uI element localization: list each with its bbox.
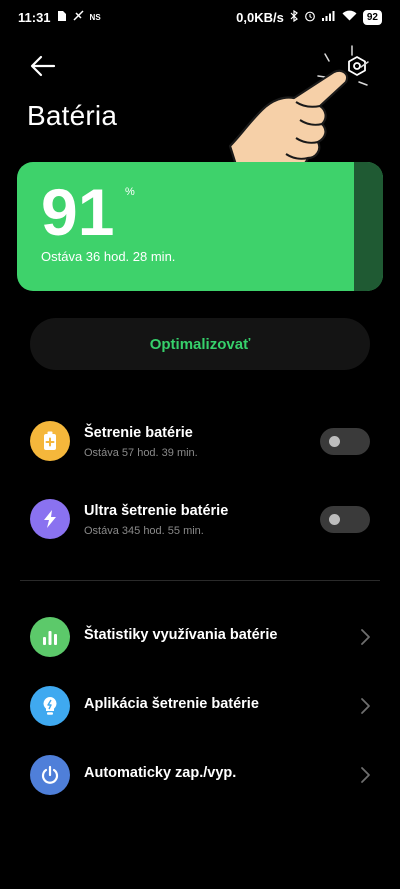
section-divider <box>20 580 380 581</box>
status-time: 11:31 <box>18 9 51 25</box>
battery-usage-statistics-label: Štatistiky využívania batérie <box>84 627 278 643</box>
page-title: Batéria <box>27 100 118 131</box>
app-battery-saver-row[interactable]: Aplikácia šetrenie batérie <box>0 676 400 736</box>
alarm-icon <box>304 10 316 25</box>
signal-icon <box>321 10 336 24</box>
optimize-button[interactable]: Optimalizovať <box>30 318 370 370</box>
sim-card-icon <box>57 10 67 25</box>
ultra-battery-saver-toggle[interactable] <box>320 506 370 533</box>
status-right: 0,0KB/s 92 <box>236 9 382 25</box>
toggle-knob <box>329 436 340 447</box>
automatic-on-off-label: Automaticky zap./vyp. <box>84 765 237 781</box>
chevron-right-icon <box>361 629 370 645</box>
gear-icon <box>348 56 366 76</box>
power-icon <box>30 755 70 795</box>
ultra-battery-saver-label: Ultra šetrenie batérie <box>84 503 229 519</box>
bar-chart-icon <box>30 617 70 657</box>
ns-icon: NS <box>89 12 101 22</box>
back-arrow-icon <box>30 55 56 77</box>
lightbulb-icon <box>30 686 70 726</box>
status-battery: 92 <box>362 9 382 25</box>
battery-plus-icon <box>30 421 70 461</box>
bluetooth-icon <box>290 9 298 25</box>
battery-saver-remaining: Ostáva 57 hod. 39 min. <box>84 447 198 459</box>
battery-saver-row[interactable]: Šetrenie batérie Ostáva 57 hod. 39 min. <box>0 411 400 471</box>
battery-usage-statistics-row[interactable]: Štatistiky využívania batérie <box>0 607 400 667</box>
battery-level-remaining-strip <box>354 162 383 291</box>
battery-status-card: 91 % Ostáva 36 hod. 28 min. <box>17 162 383 291</box>
wifi-icon <box>342 10 357 24</box>
status-left: 11:31 NS <box>18 10 101 25</box>
settings-button[interactable] <box>340 52 374 82</box>
toggle-knob <box>329 514 340 525</box>
battery-level-unit: % <box>125 186 135 198</box>
battery-remaining-time: Ostáva 36 hod. 28 min. <box>41 249 176 264</box>
automatic-on-off-row[interactable]: Automaticky zap./vyp. <box>0 745 400 805</box>
status-bar: 11:31 NS 0,0KB/s 92 <box>0 0 400 34</box>
app-battery-saver-label: Aplikácia šetrenie batérie <box>84 696 259 712</box>
battery-level-value: 91 <box>41 175 115 249</box>
chevron-right-icon <box>361 698 370 714</box>
no-signal-icon <box>73 10 84 24</box>
lightning-icon <box>30 499 70 539</box>
back-button[interactable] <box>28 52 58 80</box>
battery-saver-toggle[interactable] <box>320 428 370 455</box>
optimize-button-label: Optimalizovať <box>149 335 251 353</box>
battery-saver-label: Šetrenie batérie <box>84 425 193 441</box>
network-speed: 0,0KB/s <box>236 9 284 25</box>
ultra-battery-saver-row[interactable]: Ultra šetrenie batérie Ostáva 345 hod. 5… <box>0 489 400 549</box>
chevron-right-icon <box>361 767 370 783</box>
ultra-battery-saver-remaining: Ostáva 345 hod. 55 min. <box>84 525 204 537</box>
